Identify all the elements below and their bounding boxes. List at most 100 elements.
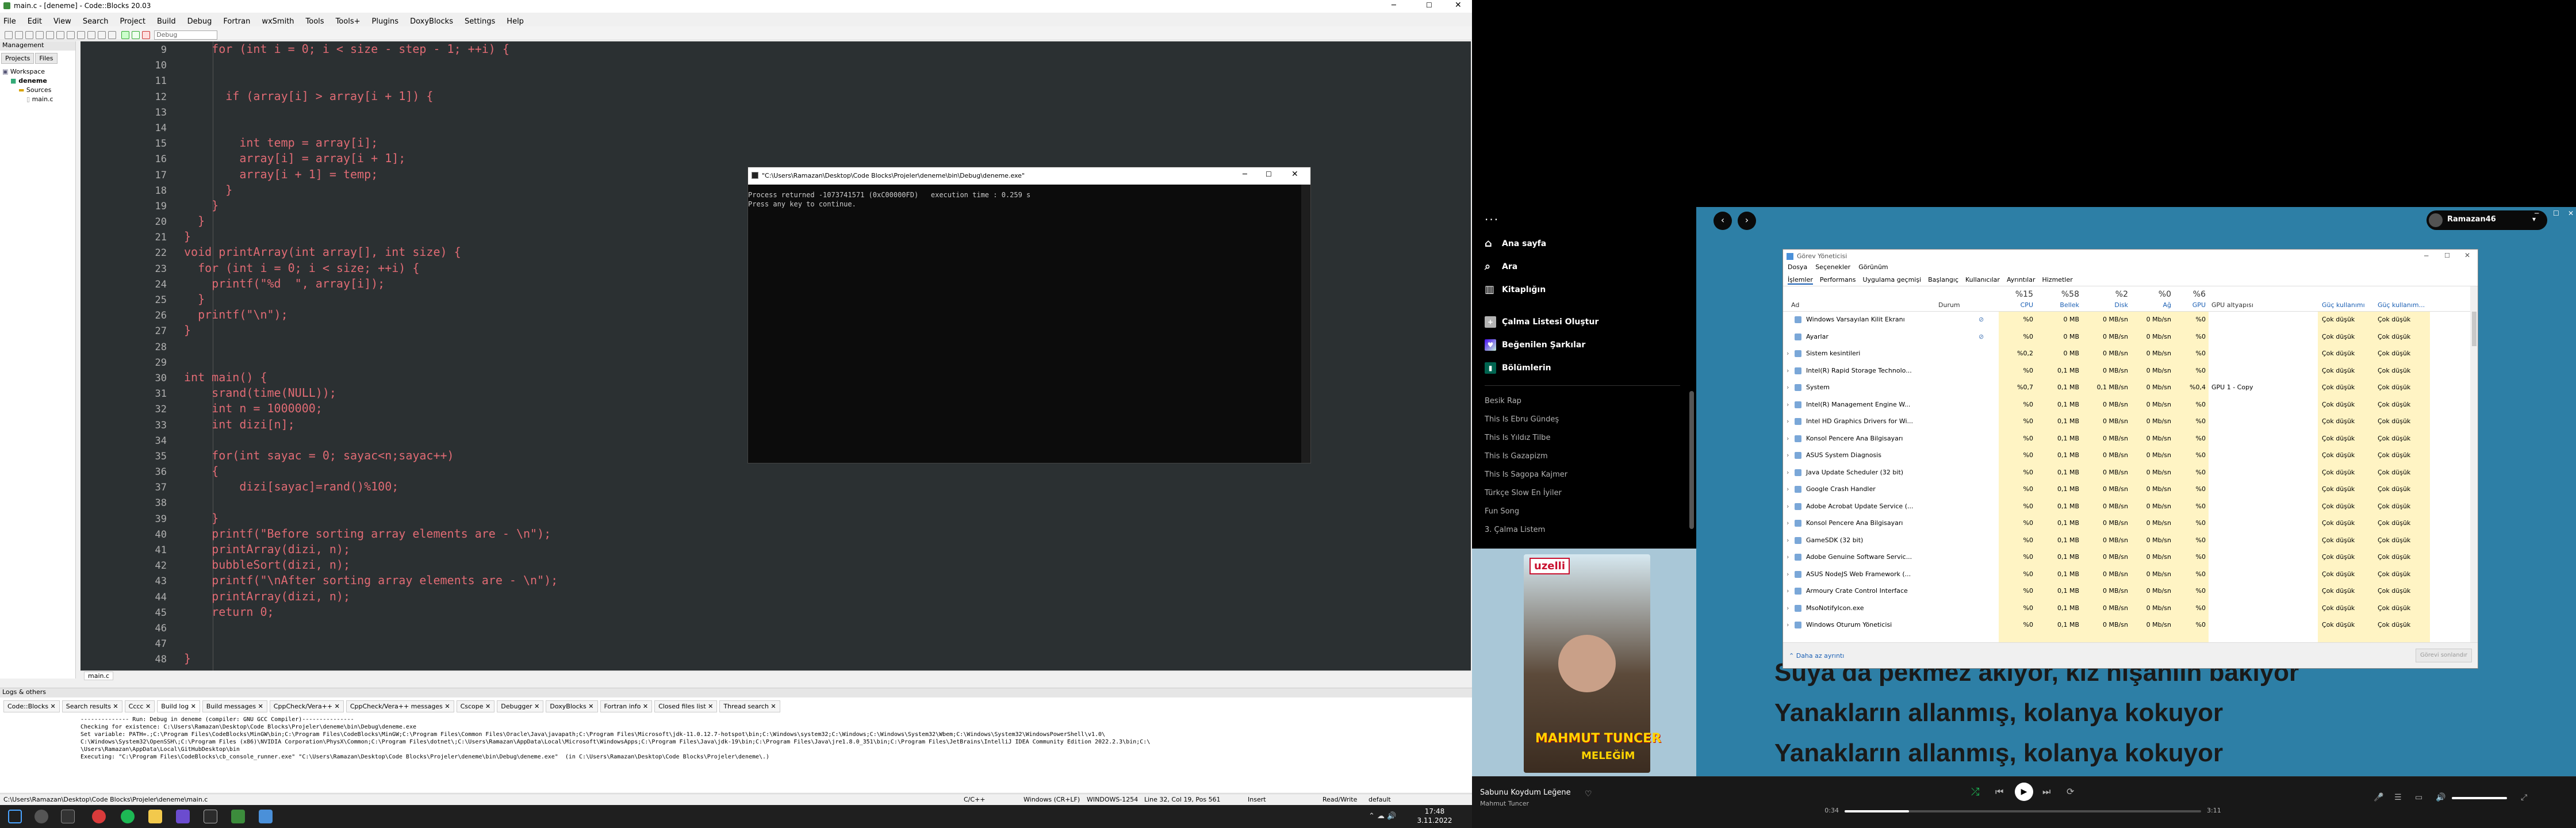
spotify-close-button[interactable]: ✕ [2568,209,2574,217]
save-all-icon[interactable] [36,30,44,39]
previous-icon[interactable]: ⏮ [1995,786,2003,798]
task-manager-icon[interactable] [259,810,273,823]
log-tab-cccc[interactable]: Cccc ✕ [124,700,155,712]
tm-process-row[interactable]: › ASUS System Diagnosis %0 0,1 MB 0 MB/sn 0 M… [1783,447,2470,463]
next-icon[interactable]: ⏭ [2042,786,2050,798]
tm-process-row[interactable]: › Java Update Scheduler (32 bit) %0 0,1 MB 0… [1783,465,2470,481]
close-button[interactable]: ✕ [1455,1,1462,10]
tm-menu-1[interactable]: Seçenekler [1815,263,1850,271]
tree-item-project[interactable]: ■ deneme [2,76,73,86]
menu-plugins[interactable]: Plugins [372,17,399,26]
menu-debug[interactable]: Debug [187,17,212,26]
menu-project[interactable]: Project [120,17,145,26]
action-bookmark[interactable]: ▮ Bölümlerin [1485,356,1680,379]
log-tab-closed-files-list[interactable]: Closed files list ✕ [654,700,718,712]
close-icon[interactable]: ✕ [484,703,490,710]
menu-fortran[interactable]: Fortran [223,17,250,26]
forward-button[interactable]: › [1738,212,1756,230]
fullscreen-icon[interactable]: ⤢ [2521,793,2527,802]
nav-item-home[interactable]: ⌂ Ana sayfa [1485,232,1680,255]
editor-tab-main-c[interactable]: main.c [84,672,114,680]
visual-studio-icon[interactable] [176,810,190,823]
col-power-trend[interactable]: Güç kullanım... [2378,301,2425,309]
expand-chevron-icon[interactable]: › [1787,465,1789,481]
redo-icon[interactable] [56,30,64,39]
taskbar-date[interactable]: 3.11.2022 [1414,816,1455,825]
run-icon[interactable] [121,30,130,39]
expand-chevron-icon[interactable]: › [1787,413,1789,430]
action-plus[interactable]: + Çalma Listesi Oluştur [1485,310,1680,334]
close-icon[interactable]: ✕ [641,703,648,710]
close-icon[interactable]: ✕ [48,703,56,710]
menu-settings[interactable]: Settings [465,17,495,26]
tab-files[interactable]: Files [35,53,57,64]
tm-maximize-button[interactable]: ☐ [2444,252,2450,259]
tm-process-row[interactable]: › Adobe Acrobat Update Service (... %0 0,1 … [1783,499,2470,515]
console-minimize-button[interactable]: ─ [1243,170,1247,179]
console-window[interactable]: "C:\Users\Ramazan\Desktop\Code Blocks\Pr… [747,167,1311,463]
expand-chevron-icon[interactable]: › [1787,379,1789,396]
close-icon[interactable]: ✕ [111,703,118,710]
menu-wxsmith[interactable]: wxSmith [262,17,294,26]
build-target-select[interactable]: Debug [154,30,218,40]
col-power[interactable]: Güç kullanımı [2322,301,2365,309]
minimize-button[interactable]: ─ [1392,1,1396,10]
tm-process-row[interactable]: › Konsol Pencere Ana Bilgisayarı %0 0,1 MB 0… [1783,515,2470,531]
spotify-minimize-button[interactable]: ─ [2535,209,2539,217]
menu-build[interactable]: Build [157,17,176,26]
close-icon[interactable]: ✕ [332,703,340,710]
col-name[interactable]: Ad [1791,301,1799,309]
back-button[interactable]: ‹ [1713,212,1732,230]
new-file-icon[interactable] [5,30,13,39]
col-gpu-engine[interactable]: GPU altyapısı [2211,301,2253,309]
volume-icon[interactable]: 🔊 [2436,793,2445,802]
abort-icon[interactable] [142,30,151,39]
menu-doxyblocks[interactable]: DoxyBlocks [410,17,453,26]
tm-close-button[interactable]: ✕ [2464,251,2470,259]
task-view-icon[interactable] [61,810,75,823]
expand-chevron-icon[interactable]: › [1787,346,1789,362]
queue-icon[interactable]: ☰ [2394,793,2402,802]
playlist-item[interactable]: Türkçe Slow En İyiler [1485,484,1680,503]
expand-chevron-icon[interactable]: › [1787,431,1789,447]
expand-chevron-icon[interactable]: › [1787,515,1789,531]
copy-icon[interactable] [77,30,85,39]
col-network[interactable]: Ağ [2131,301,2171,309]
repeat-icon[interactable]: ⟳ [2067,786,2074,797]
menu-tools-[interactable]: Tools+ [336,17,361,26]
build-and-run-icon[interactable] [132,30,140,39]
playlist-item[interactable]: Fun Song [1485,503,1680,521]
shuffle-icon[interactable]: ⤮ [1971,786,1979,798]
play-button[interactable]: ▶ [2015,783,2033,801]
close-icon[interactable]: ✕ [256,703,263,710]
expand-chevron-icon[interactable]: › [1787,499,1789,515]
tm-process-row[interactable]: › Intel HD Graphics Drivers for Wi... %0 0,… [1783,413,2470,430]
tm-process-row[interactable]: › Armoury Crate Control Interface %0 0,1 MB… [1783,583,2470,599]
tm-process-row[interactable]: › Windows Oturum Yöneticisi %0 0,1 MB 0 MB/s… [1783,617,2470,633]
tm-scroll-thumb[interactable] [2472,312,2477,346]
close-icon[interactable]: ✕ [769,703,776,710]
paste-icon[interactable] [87,30,95,39]
log-tab-cppcheck-vera-messages[interactable]: CppCheck/Vera++ messages ✕ [346,700,454,712]
tm-process-row[interactable]: › GameSDK (32 bit) %0 0,1 MB 0 MB/sn 0 Mb/sn%… [1783,532,2470,549]
col-cpu[interactable]: CPU [1999,301,2033,309]
taskbar-clock[interactable]: 17:48 [1414,807,1455,815]
tm-scrollbar[interactable] [2470,286,2478,642]
log-tab-code-blocks[interactable]: Code::Blocks ✕ [3,700,60,712]
expand-chevron-icon[interactable]: › [1787,566,1789,582]
tab-projects[interactable]: Projects [1,53,34,64]
tm-process-row[interactable]: › MsoNotifyIcon.exe %0 0,1 MB 0 MB/sn 0 Mb/sn… [1783,600,2470,616]
tm-process-row[interactable]: › ASUS NodeJS Web Framework (... %0 0,1 MB 0… [1783,566,2470,582]
sidebar-scrollbar[interactable] [1689,391,1694,529]
expand-chevron-icon[interactable]: › [1787,447,1789,463]
expand-chevron-icon[interactable]: › [1787,549,1789,565]
playlist-item[interactable]: This Is Yıldız Tilbe [1485,429,1680,447]
playlist-item[interactable]: This Is Ebru Gündeş [1485,411,1680,429]
volume-slider[interactable] [2452,797,2507,799]
devices-icon[interactable]: ▭ [2415,793,2422,802]
close-icon[interactable]: ✕ [189,703,196,710]
replace-icon[interactable] [108,30,116,39]
menu-search[interactable]: Search [83,17,109,26]
tm-tab-3[interactable]: Başlangıç [1928,274,1958,283]
close-icon[interactable]: ✕ [706,703,713,710]
